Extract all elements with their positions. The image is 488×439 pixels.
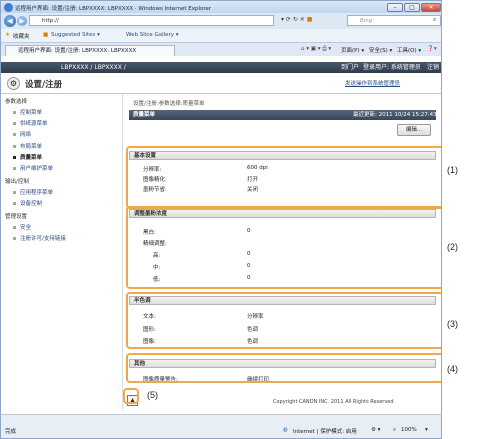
highlight-frame-3: [126, 292, 441, 349]
sidebar-item-security[interactable]: 安全: [13, 223, 31, 231]
sidebar-item-license-support[interactable]: 注册许可/支持链接: [13, 234, 66, 242]
login-user: 登录用户: 系统管理员: [363, 64, 421, 71]
mail-admin-link[interactable]: 发送操作到系统管理员: [345, 79, 400, 87]
sidebar-item-network[interactable]: 网络: [13, 130, 31, 138]
sidebar-group-output: 输出/控制: [5, 179, 29, 185]
page-menu[interactable]: 页面(P) ▾: [341, 46, 364, 54]
callout-3: (3): [447, 319, 458, 329]
highlight-frame-1: [126, 146, 441, 209]
edit-button[interactable]: 编辑...: [397, 124, 431, 136]
refresh-stop-icons[interactable]: ▾ ⟳ ↻ ✕ ■: [281, 16, 312, 23]
sidebar-item-quality[interactable]: 质量菜单: [13, 153, 42, 161]
device-name: LBPXXXX / LBPXXXX /: [61, 64, 126, 71]
callout-2: (2): [447, 242, 458, 252]
sidebar-item-applications[interactable]: 应用程序菜单: [13, 188, 53, 196]
last-updated: 最近更新: 2011 10/24 15:27:43: [353, 112, 437, 118]
tools-menu[interactable]: 工具(O) ▾: [397, 46, 421, 54]
sidebar-item-control[interactable]: 控制菜单: [13, 108, 42, 116]
zoom-icon[interactable]: ⌕: [393, 427, 396, 434]
search-input[interactable]: Bing: [347, 15, 441, 26]
rui-top-strip: LBPXXXX / LBPXXXX / 到门户 登录用户: 系统管理员 注销: [1, 62, 441, 73]
sidebar-item-user-maintenance[interactable]: 用户维护菜单: [13, 164, 53, 172]
suggested-sites-icon: ■: [43, 32, 49, 38]
ie-logo-icon: [4, 3, 13, 12]
globe-icon: ◍: [283, 427, 288, 433]
highlight-frame-2: [126, 206, 441, 289]
address-bar: ◀ ▶ http:// ▾ ⟳ ↻ ✕ ■ Bing ⌕: [0, 13, 442, 29]
breadcrumb: 设置/注册:参数选择:质量菜单: [133, 101, 205, 107]
panel-title: 质量菜单: [133, 112, 156, 118]
highlight-frame-4: [126, 353, 441, 383]
highlight-frame-5: [123, 388, 139, 404]
window-titlebar: 远程用户界面: 设置/注册: LBPXXXX: LBPXXXX · Window…: [0, 0, 442, 13]
status-text: 完成: [5, 429, 17, 435]
status-bar: 完成 ◍ Internet | 保护模式: 启用 ⚙ ▾ ⌕ 100% ▾: [0, 414, 442, 439]
page-heading: 设置/注册: [25, 80, 63, 90]
close-button[interactable]: ✕: [421, 3, 441, 12]
maximize-button[interactable]: □: [404, 3, 420, 12]
security-zone: Internet | 保护模式: 启用: [293, 429, 357, 435]
zoom-dropdown-icon[interactable]: ▾: [425, 427, 428, 433]
callout-1: (1): [447, 165, 458, 175]
suggested-sites-link[interactable]: Suggested Sites ▾: [51, 32, 100, 38]
settings-gear-icon: ⚙: [7, 77, 20, 90]
web-slice-gallery-link[interactable]: Web Slice Gallery ▾: [126, 32, 179, 38]
sidebar-group-preferences: 参数选择: [5, 99, 28, 105]
browser-tab[interactable]: 远程用户界面: 设置/注册: LBPXXXX: LBPXXXX: [5, 45, 175, 56]
callout-4: (4): [447, 364, 458, 374]
rui-header: ⚙ 设置/注册 发送操作到系统管理员: [1, 73, 441, 94]
forward-icon[interactable]: ▶: [17, 16, 27, 26]
favorites-bar: ★ 收藏夹 ■ Suggested Sites ▾ Web Slice Gall…: [0, 29, 442, 42]
sidebar-item-layout[interactable]: 布局菜单: [13, 142, 42, 150]
zoom-level[interactable]: 100%: [401, 427, 417, 433]
sidebar: 参数选择 控制菜单 供纸源菜单 网络 布局菜单 质量菜单 用户维护菜单 输出/控…: [1, 94, 123, 410]
url-input[interactable]: http://: [29, 15, 274, 26]
help-icon[interactable]: ❓▾: [427, 46, 437, 52]
favorites-star-icon: ★: [5, 32, 10, 38]
safety-menu[interactable]: 安全(S) ▾: [369, 46, 392, 54]
panel-title-bar: 质量菜单 最近更新: 2011 10/24 15:27:43: [129, 110, 437, 120]
favorites-button[interactable]: 收藏夹: [13, 32, 30, 40]
protected-mode-icon[interactable]: ⚙ ▾: [371, 427, 380, 433]
search-icon[interactable]: ⌕: [433, 16, 436, 24]
sidebar-group-management: 管理设置: [5, 214, 28, 220]
callout-5: (5): [147, 390, 158, 400]
page-content: LBPXXXX / LBPXXXX / 到门户 登录用户: 系统管理员 注销 ⚙…: [0, 56, 442, 414]
portal-link[interactable]: 到门户: [341, 62, 359, 73]
home-feed-print-icons[interactable]: ⌂ ▾ ▣ ▾ ⎙ ▾: [301, 46, 331, 53]
tab-command-bar: 远程用户界面: 设置/注册: LBPXXXX: LBPXXXX ⌂ ▾ ▣ ▾ …: [0, 42, 442, 56]
back-icon[interactable]: ◀: [4, 15, 16, 27]
sidebar-item-device-control[interactable]: 设备控制: [13, 199, 42, 207]
window-title: 远程用户界面: 设置/注册: LBPXXXX: LBPXXXX · Window…: [15, 6, 212, 12]
copyright: Copyright CANON INC. 2011 All Rights Res…: [273, 399, 394, 405]
sidebar-item-paper-source[interactable]: 供纸源菜单: [13, 119, 48, 127]
logout-link[interactable]: 注销: [427, 62, 439, 73]
minimize-button[interactable]: –: [387, 3, 403, 12]
